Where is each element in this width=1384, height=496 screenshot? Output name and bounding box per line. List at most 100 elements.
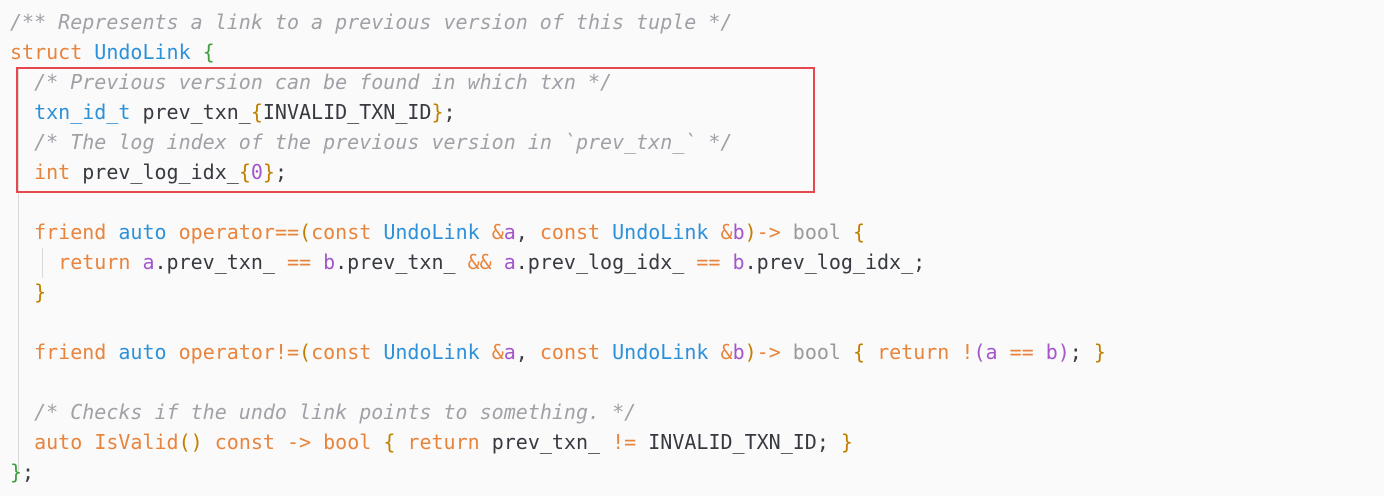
code-token: /** Represents a link to a previous vers… [10,10,733,34]
code-token: auto [34,430,95,454]
code-token: ; [274,160,287,184]
code-token: -> [756,220,793,244]
code-token: } [1093,340,1106,364]
code-token: UndoLink [612,220,721,244]
code-token: struct [10,40,95,64]
code-token: bool [323,430,384,454]
code-token: friend [34,220,119,244]
code-token: { [202,40,215,64]
code-line-8[interactable]: friend auto operator==(const UndoLink &a… [10,217,865,247]
code-token: bool [792,340,853,364]
code-token: friend [34,340,119,364]
code-editor[interactable]: /** Represents a link to a previous vers… [0,0,1384,496]
code-token: int [34,160,83,184]
code-token: ; [22,460,35,484]
code-token: & [491,340,504,364]
code-token: { [853,340,878,364]
code-token: UndoLink [612,340,721,364]
code-token: { [383,430,408,454]
code-token: } [34,280,47,304]
code-line-4[interactable]: txn_id_t prev_txn_{INVALID_TXN_ID}; [10,97,456,127]
code-token: , [515,340,540,364]
code-token: ) [1057,340,1070,364]
code-token: -> [756,340,793,364]
code-token: operator!= [178,340,300,364]
code-token: const [311,340,384,364]
code-token: IsValid [94,430,179,454]
code-token: ( [299,220,312,244]
code-token: ) [744,220,757,244]
code-token: UndoLink [383,220,492,244]
code-token: { [238,160,251,184]
code-token: } [10,460,23,484]
code-token: a [503,220,516,244]
code-line-5[interactable]: /* The log index of the previous version… [10,127,732,157]
code-token: /* Checks if the undo link points to som… [34,400,637,424]
code-token: return [407,430,492,454]
code-line-9[interactable]: return a.prev_txn_ == b.prev_txn_ && a.p… [10,247,925,277]
code-token: & [720,220,733,244]
code-token: == [1009,340,1046,364]
code-token: .prev_log_idx_ [515,250,697,274]
code-token: const [539,340,613,364]
code-line-16[interactable]: }; [10,457,34,487]
code-token: ; [443,100,456,124]
code-token: operator== [178,220,300,244]
code-line-15[interactable]: auto IsValid() const -> bool { return pr… [10,427,853,457]
code-token: const [539,220,613,244]
code-token: } [431,100,444,124]
code-token: { [250,100,263,124]
code-token: a [503,340,516,364]
code-token: b [732,220,745,244]
code-token: auto [118,340,179,364]
code-token: ( [299,340,312,364]
code-token: const [311,220,384,244]
code-line-2[interactable]: struct UndoLink { [10,37,215,67]
code-token: b [1045,340,1058,364]
code-token: bool [792,220,853,244]
code-token: const [214,430,287,454]
code-token: INVALID_TXN_ID; [648,430,841,454]
code-line-12[interactable]: friend auto operator!=(const UndoLink &a… [10,337,1106,367]
code-token: { [853,220,866,244]
code-token: & [720,340,733,364]
code-token: , [515,220,540,244]
code-token: & [491,220,504,244]
code-token: a [142,250,155,274]
code-token: return [58,250,143,274]
code-token: .prev_txn_ [154,250,287,274]
code-token: /* Previous version can be found in whic… [34,70,613,94]
code-line-14[interactable]: /* Checks if the undo link points to som… [10,397,636,427]
code-token: != [612,430,649,454]
code-token: prev_txn_ [142,100,251,124]
code-token: a [985,340,1010,364]
code-token: == [286,250,324,274]
code-token: auto [118,220,179,244]
code-token: ( [973,340,986,364]
code-token: () [178,430,215,454]
code-line-1[interactable]: /** Represents a link to a previous vers… [10,7,732,37]
code-token: INVALID_TXN_ID [262,100,432,124]
code-token: } [840,430,853,454]
code-line-3[interactable]: /* Previous version can be found in whic… [10,67,612,97]
code-token: /* The log index of the previous version… [34,130,733,154]
code-token: a [503,250,516,274]
code-line-6[interactable]: int prev_log_idx_{0}; [10,157,287,187]
code-token: && [467,250,504,274]
code-line-10[interactable]: } [10,277,46,307]
code-token: txn_id_t [34,100,143,124]
code-token: == [696,250,733,274]
code-token: ! [961,340,974,364]
code-token: b [732,340,745,364]
code-token: .prev_log_idx_; [744,250,926,274]
code-token: 0 [250,160,263,184]
code-token: ; [1069,340,1094,364]
